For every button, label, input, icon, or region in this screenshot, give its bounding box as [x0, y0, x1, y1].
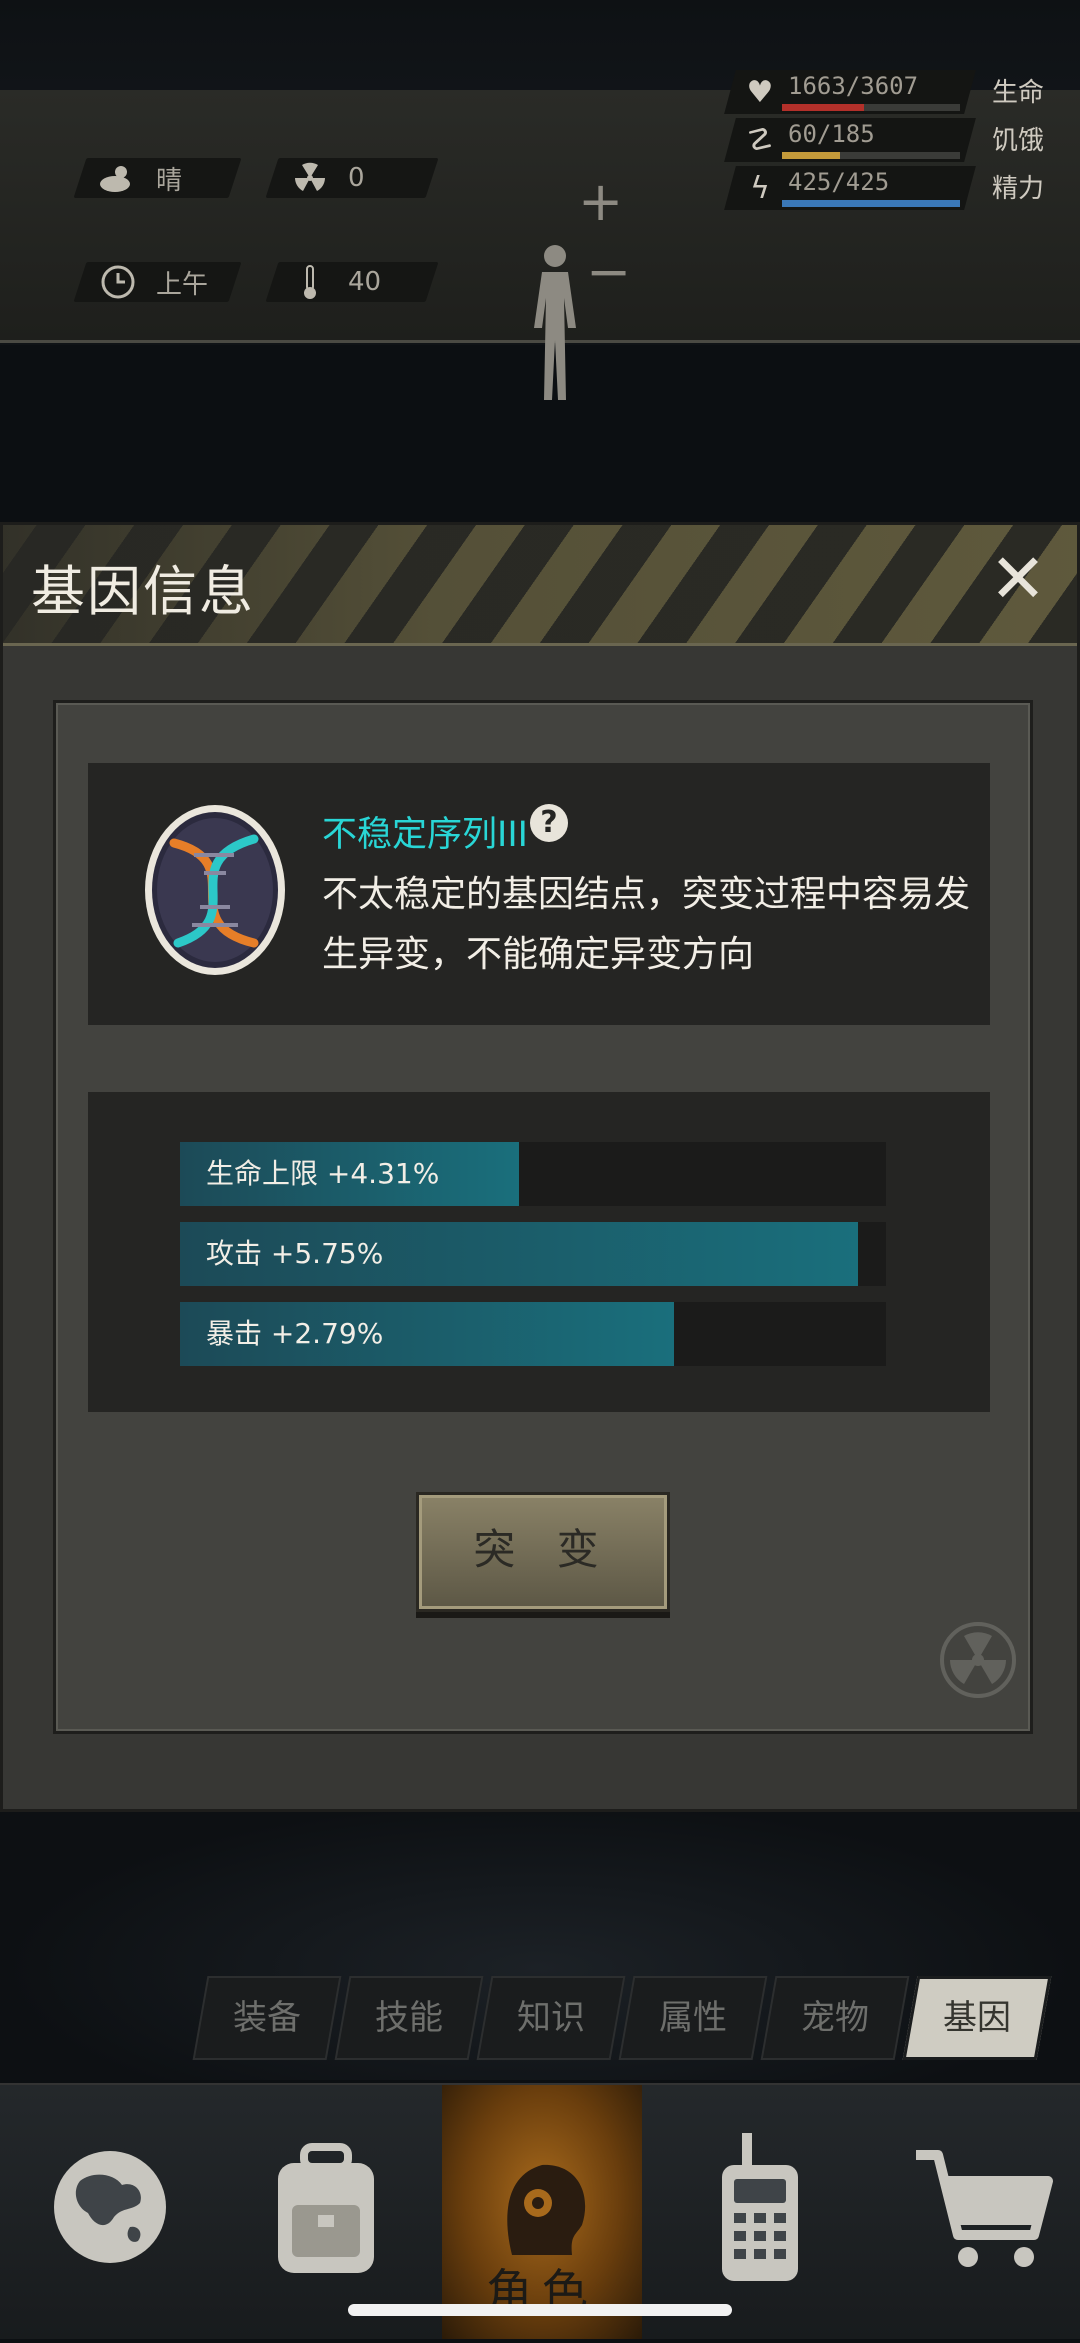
radiation-icon [290, 158, 330, 198]
body-figure-icon[interactable] [520, 242, 590, 402]
tab-4[interactable]: 宠物 [760, 1976, 910, 2060]
time-text: 上午 [156, 269, 209, 300]
radio-icon [722, 2133, 798, 2281]
stat-1[interactable]: ☡ 60/185 饥饿 [724, 118, 1050, 162]
status-header: 晴 0 上午 40 + − ♥ 1663/3607 生命 ☡ 60/185 饥饿 ϟ 425/… [0, 70, 1080, 400]
temperature-pill[interactable]: 40 [265, 262, 439, 302]
stat-bar [782, 152, 960, 159]
stat-value: 60/185 [788, 120, 875, 148]
attribute-row: 生命上限 +4.31% [180, 1142, 886, 1206]
cart-icon [916, 2150, 1053, 2267]
help-icon[interactable]: ? [530, 804, 568, 842]
gene-description: 不太稳定的基因结点，突变过程中容易发生异变，不能确定异变方向 [322, 874, 971, 975]
weather-pill[interactable]: 晴 [73, 158, 242, 198]
zoom-plus-icon[interactable]: + [578, 170, 623, 233]
radiation-watermark-icon [940, 1622, 1016, 1698]
tab-0[interactable]: 装备 [192, 1976, 342, 2060]
nav-backpack[interactable] [226, 2085, 426, 2339]
tab-5[interactable]: 基因 [902, 1976, 1052, 2060]
stat-bar-fill [782, 104, 865, 111]
stat-bar-fill [782, 152, 840, 159]
tab-label: 宠物 [801, 1998, 869, 2038]
stat-name: 生命 [992, 78, 1045, 108]
tab-1[interactable]: 技能 [334, 1976, 484, 2060]
stat-bar [782, 104, 960, 111]
tab-3[interactable]: 属性 [618, 1976, 768, 2060]
nav-character[interactable]: 角色 [442, 2085, 642, 2339]
bottom-nav: 角色 [0, 2083, 1080, 2339]
globe-icon [54, 2151, 166, 2263]
stomach-icon: ☡ [746, 122, 774, 158]
stat-name: 精力 [992, 174, 1045, 204]
close-icon[interactable]: ✕ [981, 543, 1055, 617]
tab-2[interactable]: 知识 [476, 1976, 626, 2060]
thermometer-icon [290, 262, 330, 302]
nav-world[interactable] [10, 2085, 210, 2339]
dialog-title: 基因信息 [31, 560, 255, 623]
heart-icon: ♥ [746, 74, 774, 110]
radiation-value: 0 [348, 163, 365, 193]
stat-0[interactable]: ♥ 1663/3607 生命 [724, 70, 1050, 114]
tab-label: 技能 [375, 1998, 443, 2038]
dna-icon[interactable] [142, 803, 288, 977]
tab-label: 属性 [659, 1998, 727, 2038]
attribute-label: 生命上限 +4.31% [206, 1157, 440, 1190]
tab-label: 装备 [233, 1998, 301, 2038]
stat-value: 425/425 [788, 168, 890, 196]
tab-bar: 装备 技能 知识 属性 宠物 基因 [192, 1976, 1060, 2060]
mutate-button[interactable]: 突 变 [416, 1492, 670, 1612]
attribute-label: 攻击 +5.75% [206, 1237, 384, 1270]
tab-label: 知识 [517, 1998, 585, 2038]
backpack-icon [278, 2143, 374, 2273]
attribute-row: 暴击 +2.79% [180, 1302, 886, 1366]
attribute-label: 暴击 +2.79% [206, 1317, 384, 1350]
stat-value: 1663/3607 [788, 72, 919, 100]
temperature-value: 40 [348, 267, 382, 297]
zoom-minus-icon[interactable]: − [586, 240, 631, 303]
stat-2[interactable]: ϟ 425/425 精力 [724, 166, 1050, 210]
nav-radio[interactable] [660, 2085, 860, 2339]
weather-text: 晴 [156, 165, 183, 196]
attribute-row: 攻击 +5.75% [180, 1222, 886, 1286]
tab-label: 基因 [943, 1998, 1011, 2038]
home-indicator[interactable] [348, 2304, 732, 2316]
time-pill[interactable]: 上午 [73, 262, 242, 302]
stat-bar-fill [782, 200, 960, 207]
radiation-pill[interactable]: 0 [265, 158, 439, 198]
clock-icon [98, 262, 138, 302]
stat-name: 饥饿 [992, 126, 1045, 156]
energy-icon: ϟ [750, 170, 770, 206]
cloud-sun-icon [98, 158, 138, 198]
gene-name: 不稳定序列III [322, 815, 528, 855]
stat-bar [782, 200, 960, 207]
nav-shop[interactable] [876, 2085, 1076, 2339]
